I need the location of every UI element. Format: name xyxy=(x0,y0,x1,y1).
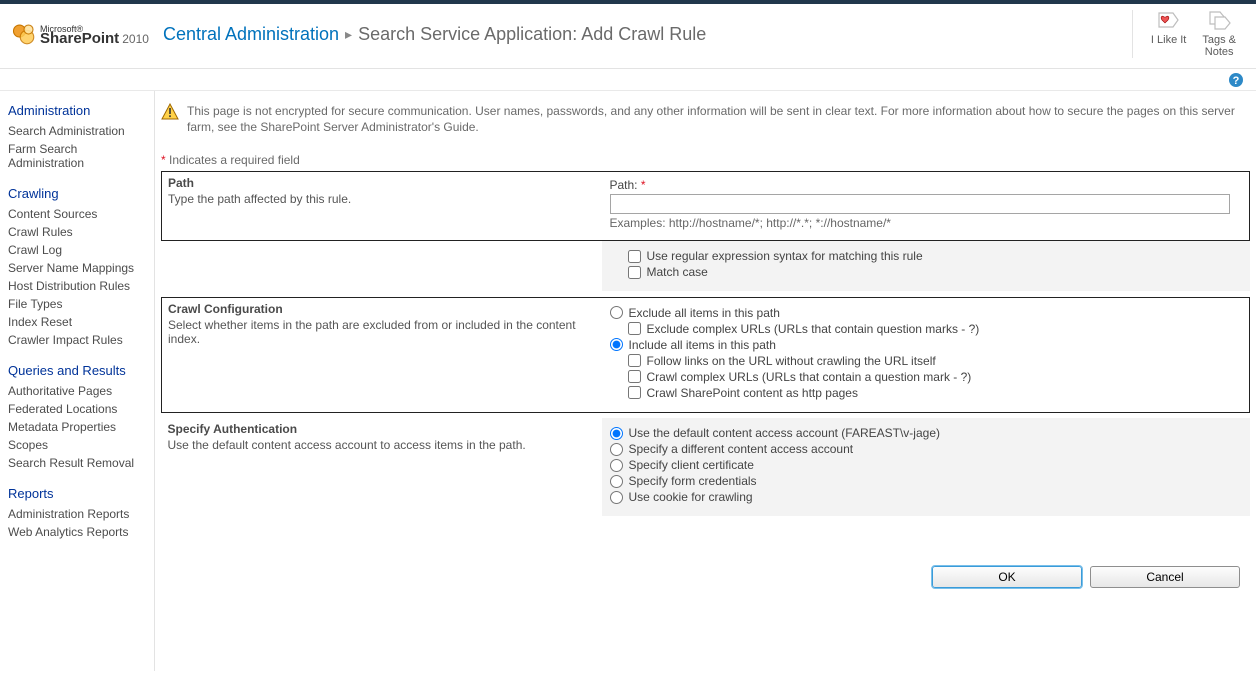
logo-product-text: SharePoint xyxy=(40,30,119,47)
exclude-label: Exclude all items in this path xyxy=(629,306,780,320)
follow-links-label: Follow links on the URL without crawling… xyxy=(647,354,936,368)
sharepoint-logo: Microsoft® SharePoint 2010 xyxy=(12,22,149,46)
nav-link-farm-search-administration[interactable]: Farm Search Administration xyxy=(8,140,146,172)
nav-link-metadata-properties[interactable]: Metadata Properties xyxy=(8,418,146,436)
breadcrumb-page: Search Service Application: Add Crawl Ru… xyxy=(358,24,706,45)
breadcrumb: Central Administration ▸ Search Service … xyxy=(163,24,706,45)
warning-icon xyxy=(161,103,179,121)
nav-link-crawl-rules[interactable]: Crawl Rules xyxy=(8,223,146,241)
auth-clientcert-label: Specify client certificate xyxy=(629,458,754,472)
breadcrumb-root[interactable]: Central Administration xyxy=(163,24,339,45)
path-input[interactable] xyxy=(610,194,1230,214)
auth-default-label: Use the default content access account (… xyxy=(629,426,940,440)
i-like-it-label: I Like It xyxy=(1151,34,1186,46)
path-examples: Examples: http://hostname/*; http://*.*;… xyxy=(610,216,1240,230)
nav-link-administration-reports[interactable]: Administration Reports xyxy=(8,505,146,523)
main-content: This page is not encrypted for secure co… xyxy=(155,91,1256,671)
nav-link-server-name-mappings[interactable]: Server Name Mappings xyxy=(8,259,146,277)
help-row: ? xyxy=(0,69,1256,91)
crawlconfig-desc: Select whether items in the path are exc… xyxy=(168,318,592,346)
nav-group-queries: Queries and Results Authoritative Pages … xyxy=(8,363,146,472)
security-warning: This page is not encrypted for secure co… xyxy=(161,101,1250,149)
crawl-sp-label: Crawl SharePoint content as http pages xyxy=(647,386,858,400)
crawl-complex-label: Crawl complex URLs (URLs that contain a … xyxy=(647,370,972,384)
form-table: Path Type the path affected by this rule… xyxy=(161,171,1250,516)
path-label: Path: xyxy=(610,178,638,192)
nav-group-crawling: Crawling Content Sources Crawl Rules Cra… xyxy=(8,186,146,349)
header-actions: I Like It Tags & Notes xyxy=(1132,10,1244,58)
section-path: Path Type the path affected by this rule… xyxy=(162,172,1250,241)
help-icon[interactable]: ? xyxy=(1228,72,1244,88)
svg-text:?: ? xyxy=(1233,75,1240,87)
breadcrumb-sep: ▸ xyxy=(345,26,352,43)
logo-year-text: 2010 xyxy=(122,32,149,46)
nav-link-authoritative-pages[interactable]: Authoritative Pages xyxy=(8,382,146,400)
cancel-button[interactable]: Cancel xyxy=(1090,566,1240,588)
crawl-sp-checkbox[interactable] xyxy=(628,386,641,399)
nav-link-scopes[interactable]: Scopes xyxy=(8,436,146,454)
regex-label: Use regular expression syntax for matchi… xyxy=(647,249,923,263)
include-label: Include all items in this path xyxy=(629,338,776,352)
exclude-complex-checkbox[interactable] xyxy=(628,322,641,335)
heart-tag-icon xyxy=(1156,10,1182,32)
auth-cookie-label: Use cookie for crawling xyxy=(629,490,753,504)
i-like-it-button[interactable]: I Like It xyxy=(1143,10,1194,46)
page-header: Microsoft® SharePoint 2010 Central Admin… xyxy=(0,4,1256,69)
nav-head-administration[interactable]: Administration xyxy=(8,103,146,118)
nav-head-crawling[interactable]: Crawling xyxy=(8,186,146,201)
auth-different-label: Specify a different content access accou… xyxy=(629,442,854,456)
required-asterisk: * xyxy=(161,153,166,167)
nav-link-host-distribution-rules[interactable]: Host Distribution Rules xyxy=(8,277,146,295)
left-nav: Administration Search Administration Far… xyxy=(0,91,155,671)
nav-head-queries[interactable]: Queries and Results xyxy=(8,363,146,378)
warning-text: This page is not encrypted for secure co… xyxy=(187,103,1250,135)
auth-title: Specify Authentication xyxy=(168,422,592,436)
nav-link-index-reset[interactable]: Index Reset xyxy=(8,313,146,331)
exclude-radio[interactable] xyxy=(610,306,623,319)
tags-notes-button[interactable]: Tags & Notes xyxy=(1194,10,1244,58)
crawlconfig-title: Crawl Configuration xyxy=(168,302,592,316)
auth-formcreds-radio[interactable] xyxy=(610,475,623,488)
tags-notes-label: Tags & Notes xyxy=(1202,34,1236,58)
actions-row: OK Cancel xyxy=(161,566,1250,588)
auth-cookie-radio[interactable] xyxy=(610,491,623,504)
sharepoint-logo-icon xyxy=(12,22,36,46)
auth-desc: Use the default content access account t… xyxy=(168,438,592,452)
body-layout: Administration Search Administration Far… xyxy=(0,91,1256,671)
nav-group-reports: Reports Administration Reports Web Analy… xyxy=(8,486,146,541)
nav-link-crawl-log[interactable]: Crawl Log xyxy=(8,241,146,259)
nav-link-search-administration[interactable]: Search Administration xyxy=(8,122,146,140)
auth-different-radio[interactable] xyxy=(610,443,623,456)
section-auth: Specify Authentication Use the default c… xyxy=(162,418,1250,516)
auth-default-radio[interactable] xyxy=(610,427,623,440)
required-note: * Indicates a required field xyxy=(161,153,1250,167)
regex-checkbox[interactable] xyxy=(628,250,641,263)
nav-group-administration: Administration Search Administration Far… xyxy=(8,103,146,172)
path-required-asterisk: * xyxy=(641,178,646,192)
nav-link-federated-locations[interactable]: Federated Locations xyxy=(8,400,146,418)
follow-links-checkbox[interactable] xyxy=(628,354,641,367)
exclude-complex-label: Exclude complex URLs (URLs that contain … xyxy=(647,322,980,336)
matchcase-label: Match case xyxy=(647,265,708,279)
ok-button[interactable]: OK xyxy=(932,566,1082,588)
nav-link-file-types[interactable]: File Types xyxy=(8,295,146,313)
nav-link-search-result-removal[interactable]: Search Result Removal xyxy=(8,454,146,472)
auth-clientcert-radio[interactable] xyxy=(610,459,623,472)
auth-formcreds-label: Specify form credentials xyxy=(629,474,757,488)
nav-link-web-analytics-reports[interactable]: Web Analytics Reports xyxy=(8,523,146,541)
tags-icon xyxy=(1206,10,1232,32)
nav-head-reports[interactable]: Reports xyxy=(8,486,146,501)
path-section-desc: Type the path affected by this rule. xyxy=(168,192,592,206)
matchcase-checkbox[interactable] xyxy=(628,266,641,279)
nav-link-crawler-impact-rules[interactable]: Crawler Impact Rules xyxy=(8,331,146,349)
path-section-title: Path xyxy=(168,176,592,190)
nav-link-content-sources[interactable]: Content Sources xyxy=(8,205,146,223)
include-radio[interactable] xyxy=(610,338,623,351)
section-crawl-config: Crawl Configuration Select whether items… xyxy=(162,297,1250,412)
crawl-complex-checkbox[interactable] xyxy=(628,370,641,383)
required-note-text: Indicates a required field xyxy=(169,153,300,167)
